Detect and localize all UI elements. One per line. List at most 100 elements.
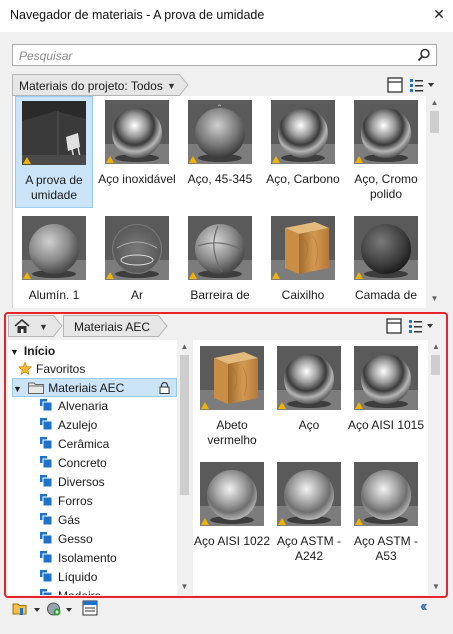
library-materials-grid: Abeto vermelho Aço Aço AISI 1015 Aço AISI 1…	[193, 340, 431, 595]
material-thumbnail	[188, 216, 252, 280]
project-scrollbar[interactable]: ▲ ▼	[426, 96, 443, 308]
material-name: Aço AISI 1015	[347, 418, 425, 432]
tree-item-category[interactable]: Azulejo	[40, 416, 97, 435]
library-category-icon	[40, 532, 52, 544]
material-thumbnail	[277, 346, 341, 410]
library-category-icon	[40, 418, 52, 430]
expand-down-icon[interactable]: ▼	[13, 384, 22, 394]
collapse-icon[interactable]: ‹‹	[420, 598, 440, 616]
material-tile[interactable]: A prova de umidade	[15, 96, 93, 208]
material-tile[interactable]: Aço AISI 1015	[347, 342, 425, 458]
tree-item-category[interactable]: Isolamento	[40, 549, 117, 568]
chevron-down-icon[interactable]: ▼	[39, 316, 48, 338]
tree-item-favorites[interactable]: Favoritos	[17, 360, 85, 379]
material-editor-icon[interactable]	[82, 600, 98, 616]
warning-icon	[272, 272, 280, 279]
material-tile[interactable]: Abeto vermelho	[193, 342, 271, 458]
panel-toggle-icon[interactable]	[386, 318, 402, 334]
scroll-up-icon[interactable]: ▲	[428, 342, 444, 351]
material-name: Aço ASTM - A53	[353, 534, 418, 563]
create-material-icon[interactable]	[46, 601, 76, 617]
home-crumb[interactable]: ▼	[8, 315, 54, 337]
library-category-icon	[40, 589, 52, 595]
material-tile[interactable]: Alumín. 1	[15, 212, 93, 308]
material-name: Aço ASTM - A242	[276, 534, 341, 563]
warning-icon	[189, 156, 197, 163]
library-manage-icon[interactable]	[12, 601, 42, 617]
warning-icon	[355, 402, 363, 409]
material-tile[interactable]: Aço, 45-345	[181, 96, 259, 212]
tree-item-category[interactable]: Gás	[40, 511, 80, 530]
material-thumbnail	[354, 100, 418, 164]
material-tile[interactable]: Aço, Carbono	[264, 96, 342, 212]
scroll-down-icon[interactable]: ▼	[426, 294, 443, 303]
lock-icon	[159, 382, 170, 394]
tree-scrollbar[interactable]: ▲ ▼	[177, 340, 192, 595]
material-tile[interactable]: Barreira de	[181, 212, 259, 308]
material-tile[interactable]: Aço ASTM - A242	[270, 458, 348, 574]
library-scroll-thumb[interactable]	[431, 355, 440, 375]
search-input[interactable]	[17, 47, 411, 65]
library-tree: ▼ Início Favoritos ▼ Materiais AEC Alvena…	[8, 340, 177, 595]
material-thumbnail	[277, 462, 341, 526]
material-tile[interactable]: Aço ASTM - A53	[347, 458, 425, 574]
material-name: Abeto vermelho	[207, 418, 257, 447]
tree-item-label: Diversos	[58, 475, 105, 489]
material-tile[interactable]: Aço	[270, 342, 348, 458]
library-category-icon	[40, 551, 52, 563]
close-icon[interactable]: ✕	[429, 4, 449, 24]
library-category-icon	[40, 437, 52, 449]
library-category-icon	[40, 494, 52, 506]
material-name: Aço, 45-345	[187, 172, 253, 186]
library-view-options	[386, 318, 433, 334]
list-view-icon[interactable]	[409, 320, 433, 333]
tree-item-label: Alvenaria	[58, 399, 109, 413]
tree-item-category[interactable]: Gesso	[40, 530, 93, 549]
library-category-icon	[40, 513, 52, 525]
panel-toggle-icon[interactable]	[387, 77, 403, 93]
material-tile[interactable]: Aço inoxidável	[98, 96, 176, 212]
view-options	[387, 77, 434, 93]
search-box[interactable]	[12, 44, 437, 66]
material-tile[interactable]: Caixilho	[264, 212, 342, 308]
scroll-down-icon[interactable]: ▼	[428, 582, 444, 591]
folder-icon	[28, 382, 45, 394]
material-tile[interactable]: Aço AISI 1022	[193, 458, 271, 574]
project-breadcrumb-label: Materiais do projeto: Todos	[19, 79, 163, 93]
tree-item-library-selected[interactable]: ▼ Materiais AEC	[12, 378, 177, 397]
tree-item-category[interactable]: Diversos	[40, 473, 105, 492]
material-thumbnail	[354, 462, 418, 526]
tree-item-root[interactable]: ▼ Início	[10, 342, 55, 361]
project-breadcrumb[interactable]: Materiais do projeto: Todos ▼	[12, 74, 180, 96]
search-icon[interactable]	[417, 48, 431, 62]
material-thumbnail	[271, 216, 335, 280]
warning-icon	[201, 518, 209, 525]
material-tile[interactable]: Ar	[98, 212, 176, 308]
library-scrollbar[interactable]: ▲ ▼	[428, 340, 444, 595]
tree-item-category[interactable]: Cerâmica	[40, 435, 109, 454]
expand-down-icon[interactable]: ▼	[10, 347, 19, 357]
warning-icon	[278, 402, 286, 409]
project-scroll-thumb[interactable]	[430, 111, 439, 133]
material-name: Aço	[298, 418, 320, 432]
material-name: Camada de	[354, 288, 418, 302]
chevron-down-icon[interactable]: ▼	[167, 75, 176, 97]
material-tile[interactable]: Camada de	[347, 212, 425, 308]
material-tile[interactable]: Aço, Cromo polido	[347, 96, 425, 212]
tree-item-label: Cerâmica	[58, 437, 110, 451]
scroll-up-icon[interactable]: ▲	[426, 98, 443, 107]
scroll-down-icon[interactable]: ▼	[177, 582, 192, 591]
tree-scroll-thumb[interactable]	[180, 355, 189, 495]
library-breadcrumb[interactable]: Materiais AEC	[63, 315, 159, 337]
tree-item-category[interactable]: Líquido	[40, 568, 97, 587]
tree-item-category[interactable]: Concreto	[40, 454, 107, 473]
list-view-icon[interactable]	[410, 79, 434, 92]
tree-item-category[interactable]: Alvenaria	[40, 397, 108, 416]
home-icon[interactable]	[14, 319, 30, 334]
tree-item-category[interactable]: Forros	[40, 492, 93, 511]
scroll-up-icon[interactable]: ▲	[177, 342, 192, 351]
library-category-icon	[40, 475, 52, 487]
material-name: A prova de umidade	[25, 173, 83, 202]
tree-item-category[interactable]: Madeira	[40, 587, 101, 595]
window-title: Navegador de materiais - A prova de umid…	[10, 8, 265, 22]
